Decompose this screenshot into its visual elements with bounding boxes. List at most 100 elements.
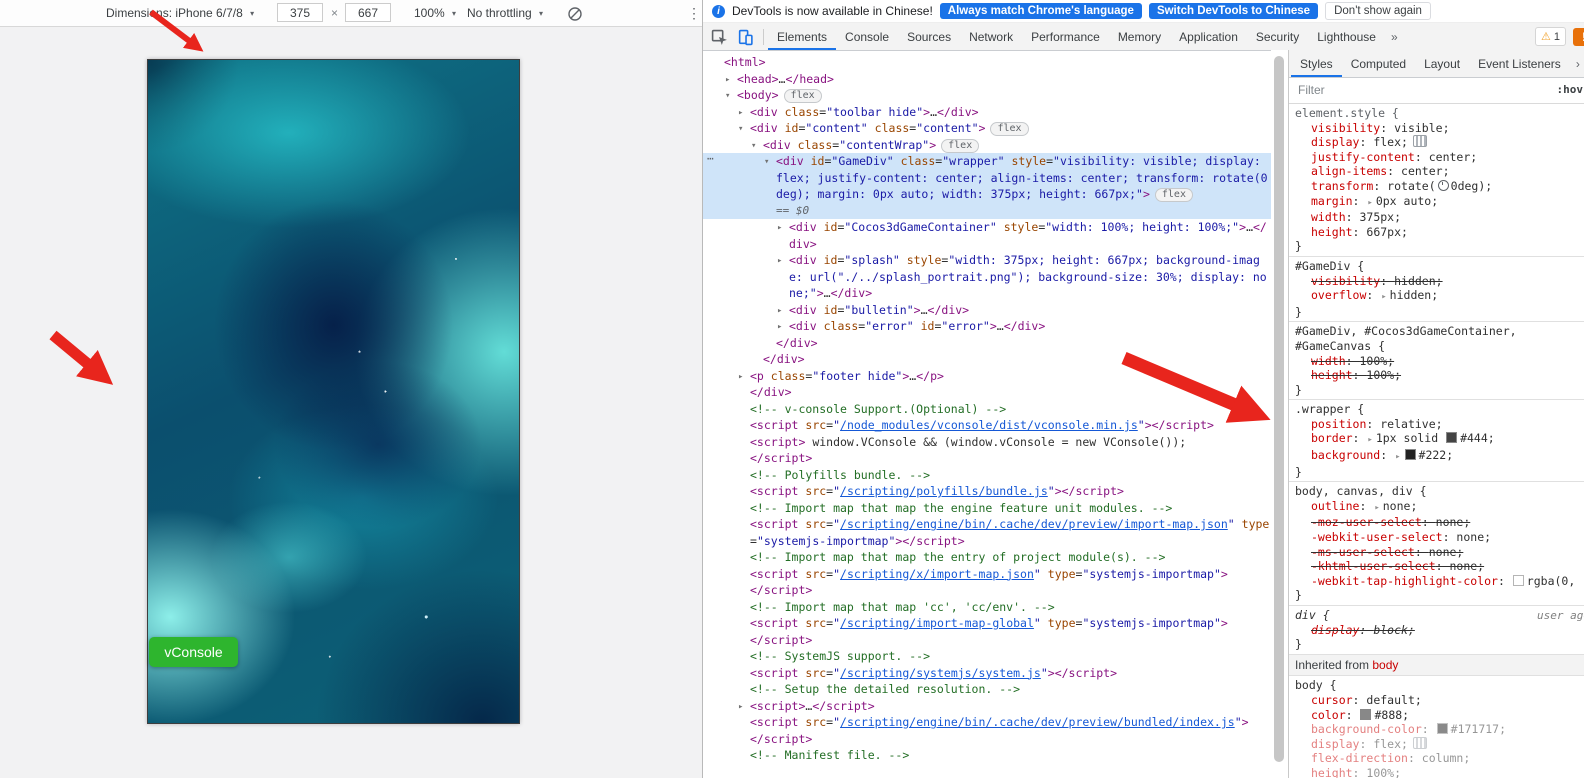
expand-shorthand-icon[interactable]: ▸ xyxy=(1367,198,1372,208)
flex-badge[interactable]: flex xyxy=(1154,188,1193,202)
dom-tree-node[interactable]: </div> xyxy=(703,351,1271,368)
dom-tree-node[interactable]: ▾ <body> flex xyxy=(703,87,1271,104)
node-overflow-icon[interactable]: ⋯ xyxy=(707,151,715,168)
css-property[interactable]: display: flex; xyxy=(1289,135,1584,150)
dom-tree-node[interactable]: <!-- Import map that map 'cc', 'cc/env'.… xyxy=(703,599,1271,616)
dom-tree-node[interactable]: <script src="/node_modules/vconsole/dist… xyxy=(703,417,1271,434)
expand-shorthand-icon[interactable]: ▸ xyxy=(1374,503,1379,513)
flex-badge[interactable]: flex xyxy=(783,89,822,103)
dom-tree-node[interactable]: </script> xyxy=(703,450,1271,467)
dom-tree-node[interactable]: <script src="/scripting/engine/bin/.cach… xyxy=(703,714,1271,731)
dom-tree-node[interactable]: <script src="/scripting/import-map-globa… xyxy=(703,615,1271,632)
disable-icon[interactable] xyxy=(567,5,583,21)
css-property[interactable]: border: ▸ 1px solid #444; xyxy=(1289,431,1584,448)
dom-tree-node[interactable]: ▸ <div id="bulletin">…</div> xyxy=(703,302,1271,319)
css-selector[interactable]: element.style { xyxy=(1289,106,1584,121)
expand-shorthand-icon[interactable]: ▸ xyxy=(1381,292,1386,302)
css-property[interactable]: cursor: default; xyxy=(1289,693,1584,708)
dom-tree-node[interactable]: <html> xyxy=(703,54,1271,71)
color-swatch[interactable] xyxy=(1436,723,1448,735)
sidebar-more-icon[interactable]: › xyxy=(1570,57,1584,71)
color-swatch[interactable] xyxy=(1360,708,1372,720)
inherited-node-link[interactable]: body xyxy=(1372,658,1398,672)
dom-tree-node[interactable]: </script> xyxy=(703,582,1271,599)
device-select[interactable]: Dimensions: iPhone 6/7/8 ▾ xyxy=(106,0,254,26)
tab-layout[interactable]: Layout xyxy=(1415,51,1469,77)
color-swatch[interactable] xyxy=(1404,449,1416,461)
dom-tree-node[interactable]: <!-- Manifest file. --> xyxy=(703,747,1271,764)
css-selector[interactable]: #GameDiv, #Cocos3dGameContainer, xyxy=(1289,324,1584,339)
color-swatch[interactable] xyxy=(1446,432,1458,444)
toggle-device-toolbar-icon[interactable] xyxy=(737,29,755,45)
css-property[interactable]: outline: ▸ none; xyxy=(1289,499,1584,516)
dom-tree-node[interactable]: <!-- Import map that map the entry of pr… xyxy=(703,549,1271,566)
dom-tree-node[interactable]: <!-- v-console Support.(Optional) --> xyxy=(703,401,1271,418)
tab-application[interactable]: Application xyxy=(1170,24,1247,50)
flex-badge[interactable]: flex xyxy=(990,122,1029,136)
dom-tree-node[interactable]: <!-- SystemJS support. --> xyxy=(703,648,1271,665)
dom-tree-node[interactable]: <script src="/scripting/polyfills/bundle… xyxy=(703,483,1271,500)
device-height-input[interactable] xyxy=(345,3,391,22)
css-property[interactable]: color: #888; xyxy=(1289,708,1584,723)
zoom-select[interactable]: 100% ▾ xyxy=(414,0,456,26)
tab-elements[interactable]: Elements xyxy=(768,24,836,50)
tab-event-listeners[interactable]: Event Listeners xyxy=(1469,51,1570,77)
css-property[interactable]: background: ▸ #222; xyxy=(1289,448,1584,465)
expand-shorthand-icon[interactable]: ▸ xyxy=(1395,452,1400,462)
device-width-input[interactable] xyxy=(277,3,323,22)
styles-filter-input[interactable]: Filter xyxy=(1298,83,1325,97)
console-warnings-badge[interactable]: ⚠ 1 xyxy=(1535,27,1566,46)
css-selector[interactable]: body, canvas, div { xyxy=(1289,484,1584,499)
dom-tree-node[interactable]: <script> window.VConsole && (window.vCon… xyxy=(703,434,1271,451)
more-panels-icon[interactable]: » xyxy=(1385,30,1404,44)
dom-tree-node[interactable]: <script src="/scripting/x/import-map.jso… xyxy=(703,566,1271,583)
disclosure-closed-icon[interactable]: ▸ xyxy=(777,303,782,320)
css-property[interactable]: flex-direction: column; xyxy=(1289,751,1584,766)
dom-tree-node[interactable]: <!-- Polyfills bundle. --> xyxy=(703,467,1271,484)
flex-editor-icon[interactable] xyxy=(1412,135,1427,148)
dom-tree-node[interactable]: <!-- Setup the detailed resolution. --> xyxy=(703,681,1271,698)
tab-console[interactable]: Console xyxy=(836,24,898,50)
disclosure-closed-icon[interactable]: ▸ xyxy=(738,369,743,386)
css-property[interactable]: -khtml-user-select: none; xyxy=(1289,559,1584,574)
expand-shorthand-icon[interactable]: ▸ xyxy=(1367,435,1372,445)
css-property[interactable]: overflow: ▸ hidden; xyxy=(1289,288,1584,305)
throttling-select[interactable]: No throttling ▾ xyxy=(467,0,543,26)
css-property[interactable]: -moz-user-select: none; xyxy=(1289,515,1584,530)
disclosure-closed-icon[interactable]: ▸ xyxy=(738,699,743,716)
css-property[interactable]: position: relative; xyxy=(1289,417,1584,432)
dom-tree-node[interactable]: ▾ <div id="content" class="content"> flex xyxy=(703,120,1271,137)
disclosure-open-icon[interactable]: ▾ xyxy=(725,88,730,105)
css-property[interactable]: -webkit-user-select: none; xyxy=(1289,530,1584,545)
css-property[interactable]: background-color: #171717; xyxy=(1289,722,1584,737)
css-property[interactable]: visibility: visible; xyxy=(1289,121,1584,136)
match-language-button[interactable]: Always match Chrome's language xyxy=(939,3,1142,19)
css-property[interactable]: -ms-user-select: none; xyxy=(1289,545,1584,560)
angle-icon[interactable] xyxy=(1437,179,1449,191)
dom-tree-node[interactable]: ▾ ⋯ <div id="GameDiv" class="wrapper" styl… xyxy=(703,151,1271,219)
css-property[interactable]: -webkit-tap-highlight-color: rgba(0, xyxy=(1289,574,1584,589)
color-swatch[interactable] xyxy=(1512,574,1524,586)
css-property[interactable]: height: 100%; xyxy=(1289,766,1584,778)
disclosure-closed-icon[interactable]: ▸ xyxy=(777,319,782,336)
dom-tree-node[interactable]: <script src="/scripting/systemjs/system.… xyxy=(703,665,1271,682)
dom-tree-node[interactable]: ▸ <div class="error" id="error">…</div> xyxy=(703,318,1271,335)
dont-show-again-button[interactable]: Don't show again xyxy=(1325,2,1431,20)
dom-tree-node[interactable]: </script> xyxy=(703,632,1271,649)
css-property[interactable]: width: 100%; xyxy=(1289,354,1584,369)
elements-scrollbar[interactable] xyxy=(1271,50,1289,778)
css-property[interactable]: transform: rotate(0deg); xyxy=(1289,179,1584,194)
flex-editor-icon[interactable] xyxy=(1412,736,1427,749)
disclosure-closed-icon[interactable]: ▸ xyxy=(738,105,743,122)
css-property[interactable]: justify-content: center; xyxy=(1289,150,1584,165)
dom-tree-node[interactable]: </script> xyxy=(703,731,1271,748)
css-selector[interactable]: div {user agent stylesheet xyxy=(1289,608,1584,623)
css-property[interactable]: visibility: hidden; xyxy=(1289,274,1584,289)
dom-tree-node[interactable]: ▸ <script>…</script> xyxy=(703,698,1271,715)
disclosure-closed-icon[interactable]: ▸ xyxy=(725,72,730,89)
css-selector[interactable]: #GameCanvas { xyxy=(1289,339,1584,354)
dom-tree-node[interactable]: ▸ <head>…</head> xyxy=(703,71,1271,88)
css-property[interactable]: display: block; xyxy=(1289,623,1584,638)
dom-tree-node[interactable]: <!-- Import map that map the engine feat… xyxy=(703,500,1271,517)
dom-tree-node[interactable]: ▸ <div id="Cocos3dGameContainer" style="w… xyxy=(703,219,1271,252)
